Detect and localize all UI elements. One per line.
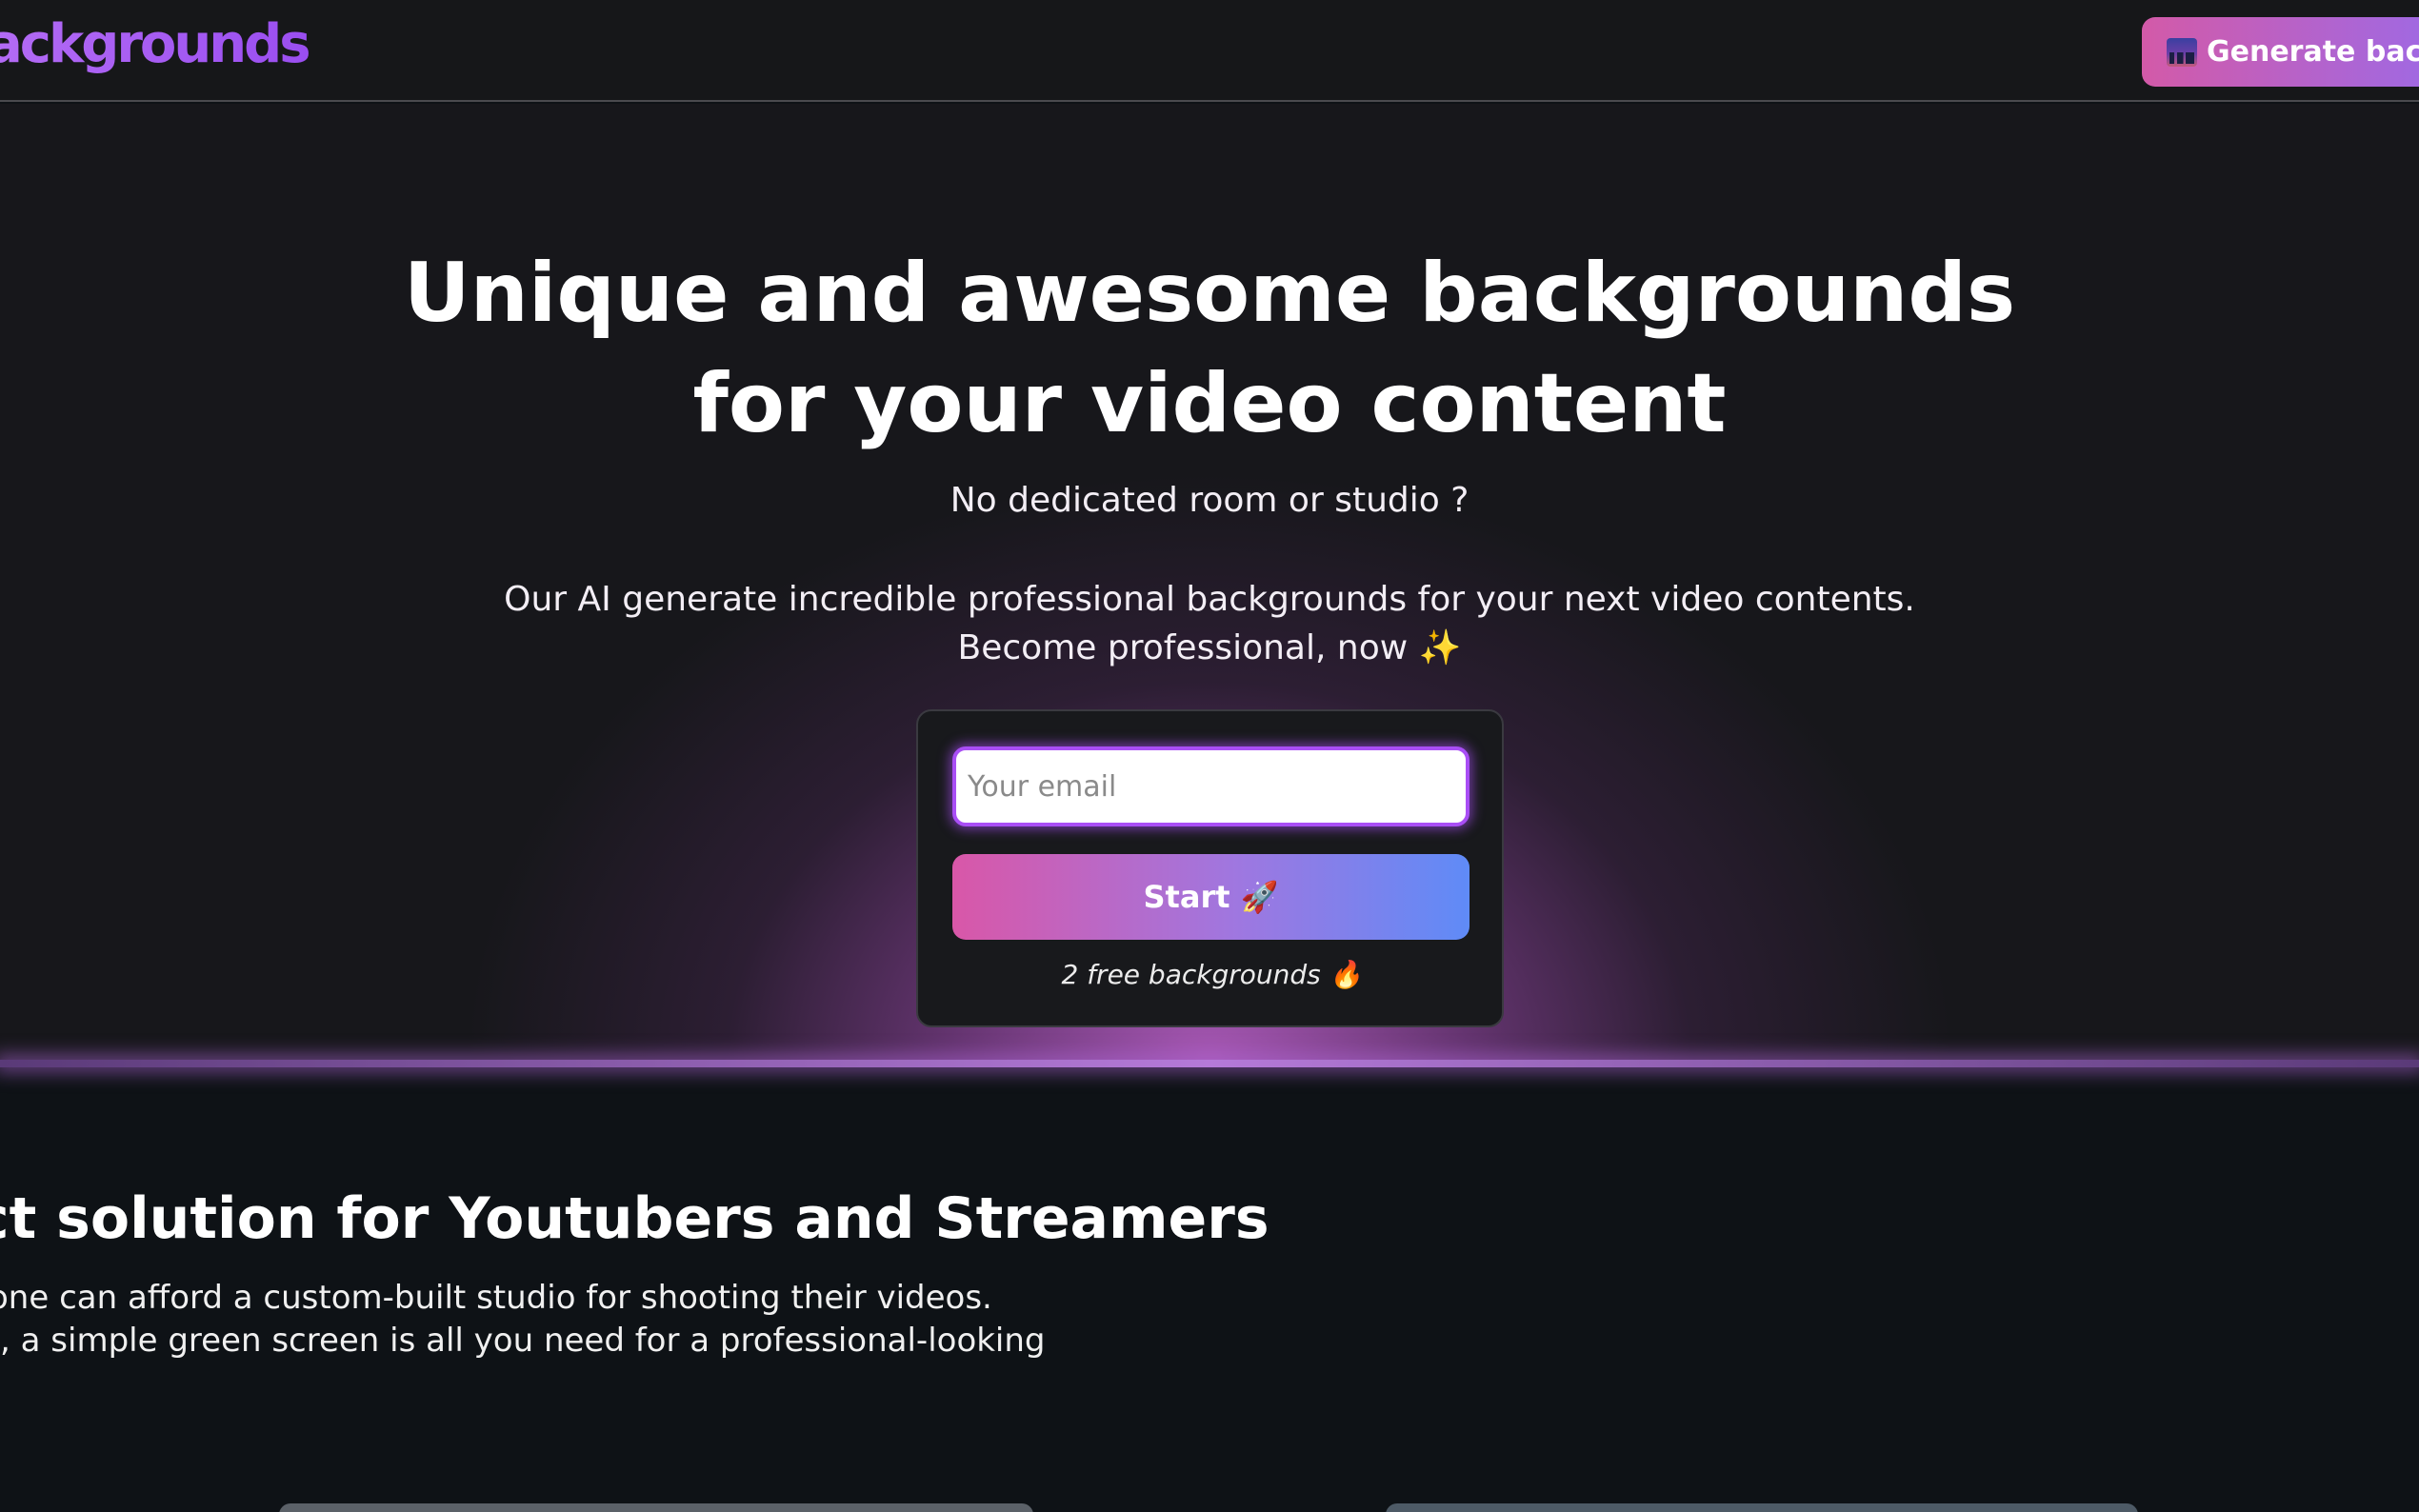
hero-title-line1: Unique and awesome backgrounds [403,246,2016,341]
generate-button-label: Generate back [2207,35,2419,69]
section-text-line1: one can afford a custom-built studio for… [0,1279,992,1317]
site-logo[interactable]: ackgrounds [0,13,311,75]
hero-title-line2: for your video content [692,356,1727,451]
page: ackgrounds Generate back Unique and awes… [0,0,2419,1512]
signup-card: Start 🚀 2 free backgrounds 🔥 [916,709,1504,1027]
hero-description-line2: Become professional, now ✨ [957,628,1462,667]
generate-backgrounds-button[interactable]: Generate back [2142,17,2419,87]
top-navbar: ackgrounds Generate back [0,0,2419,102]
example-image-right [1386,1503,2138,1512]
example-image-left [279,1503,1033,1512]
section-text-line2: I, a simple green screen is all you need… [0,1322,1046,1360]
hero-description-line1: Our AI generate incredible professional … [504,580,1915,619]
email-input[interactable] [952,746,1469,826]
start-button[interactable]: Start 🚀 [952,854,1469,940]
hero-title: Unique and awesome backgrounds for your … [0,238,2419,459]
section-title: ct solution for Youtubers and Streamers [0,1185,1269,1252]
city-night-icon [2167,37,2197,67]
start-button-label: Start 🚀 [1143,879,1279,915]
hero-description: Our AI generate incredible professional … [0,575,2419,672]
hero-divider-glow [0,1060,2419,1067]
hero-subtitle: No dedicated room or studio ? [950,481,1469,520]
free-backgrounds-note: 2 free backgrounds 🔥 [1061,959,1363,990]
